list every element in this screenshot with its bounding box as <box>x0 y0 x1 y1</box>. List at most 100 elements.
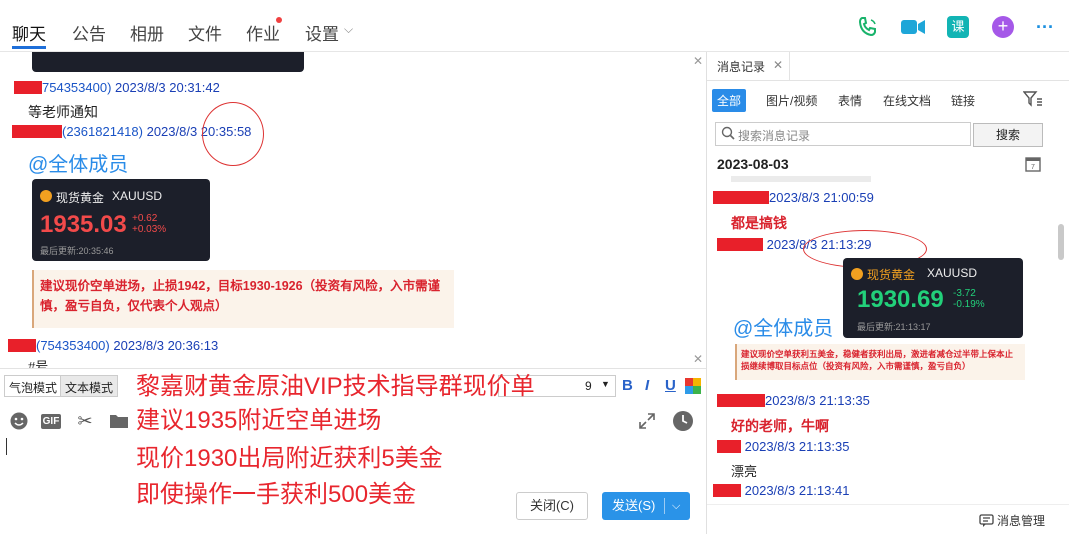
divider <box>707 504 1069 505</box>
fullscreen-icon[interactable] <box>636 410 658 432</box>
chat-bubble-icon <box>979 514 994 531</box>
font-size-value: 9 <box>585 379 592 393</box>
gold-quote-card[interactable]: 现货黄金 XAUUSD 1935.03 +0.62 +0.03% 最后更新:20… <box>32 179 210 261</box>
send-divider <box>664 498 665 514</box>
message-management-button[interactable]: 消息管理 <box>979 512 1045 531</box>
message-management-label: 消息管理 <box>997 514 1046 528</box>
chevron-down-icon[interactable]: ⌵ <box>672 492 680 520</box>
history-tab[interactable]: 消息记录 <box>717 58 765 75</box>
overlay-line: 黎嘉财黄金原油VIP技术指导群现价单 <box>136 373 535 400</box>
quote-price: 1935.03 <box>40 211 127 238</box>
search-placeholder: 搜索消息记录 <box>738 129 811 143</box>
history-time: 2023/8/3 21:13:35 <box>744 439 850 454</box>
emoji-icon[interactable] <box>8 410 30 432</box>
message-time: 2023/8/3 20:36:13 <box>113 338 219 353</box>
text-mode-button[interactable]: 文本模式 <box>60 375 119 397</box>
send-button[interactable]: 发送(S) ⌵ <box>602 492 690 520</box>
filter-stickers[interactable]: 表情 <box>833 89 867 112</box>
history-date: 2023-08-03 <box>717 156 789 172</box>
tab-settings[interactable]: 设置 <box>305 20 339 45</box>
history-meta: 2023/8/3 21:13:35 <box>717 393 870 408</box>
tab-divider <box>789 52 790 80</box>
collapse-icon[interactable]: ✕ <box>693 54 703 68</box>
scissors-icon[interactable]: ✂ <box>74 410 96 432</box>
history-search-input[interactable]: 搜索消息记录 <box>715 122 971 146</box>
quote-change-pct: +0.03% <box>132 224 167 235</box>
filter-docs[interactable]: 在线文档 <box>878 89 936 112</box>
folder-icon[interactable] <box>108 410 130 432</box>
quote-symbol: XAUUSD <box>112 189 163 203</box>
tab-files[interactable]: 文件 <box>188 20 222 45</box>
sender-id[interactable]: (2361821418) <box>62 124 143 139</box>
quote-updated: 最后更新:21:13:17 <box>857 322 931 332</box>
quote-updated: 最后更新:20:35:46 <box>40 246 114 256</box>
add-app-icon[interactable]: + <box>990 14 1016 40</box>
calendar-icon[interactable]: 7 <box>1025 156 1041 177</box>
close-button[interactable]: 关闭(C) <box>516 492 588 520</box>
redaction <box>12 125 62 138</box>
redaction <box>713 191 769 204</box>
more-icon[interactable]: ··· <box>1032 14 1058 40</box>
svg-text:7: 7 <box>1031 164 1035 171</box>
chevron-down-icon[interactable]: ⌵ <box>344 22 353 37</box>
expand-icon[interactable]: ✕ <box>693 352 703 366</box>
bold-button[interactable]: B <box>622 377 633 394</box>
sender-id[interactable]: 754353400) <box>42 80 111 95</box>
video-call-icon[interactable] <box>900 14 926 40</box>
truncated-line <box>731 176 871 182</box>
history-time: 2023/8/3 21:13:35 <box>765 393 870 408</box>
quote-name: 现货黄金 <box>56 191 105 205</box>
redaction <box>14 81 42 94</box>
trade-advice: 建议现价空单获利五美金，稳健者获利出局，激进者减仓过半带上保本止损继续博取目标点… <box>735 344 1025 380</box>
history-clock-icon[interactable] <box>672 410 694 432</box>
history-meta: 2023/8/3 21:13:35 <box>717 439 849 454</box>
overlay-line: 现价1930出局附近获利5美金 <box>136 445 443 472</box>
quote-change-pct: -0.19% <box>953 299 985 310</box>
tab-album[interactable]: 相册 <box>130 20 164 45</box>
quote-change: -3.72 <box>953 288 976 299</box>
bubble-mode-button[interactable]: 气泡模式 <box>4 375 63 397</box>
gif-icon[interactable]: GIF <box>40 410 62 432</box>
tab-chat[interactable]: 聊天 <box>12 20 46 45</box>
message-text: #号 <box>28 359 49 368</box>
history-meta: 2023/8/3 21:00:59 <box>713 190 874 205</box>
italic-button[interactable]: I <box>645 377 649 394</box>
tab-announcements[interactable]: 公告 <box>72 20 106 45</box>
tab-homework[interactable]: 作业 <box>246 20 280 45</box>
sender-id[interactable]: (754353400) <box>36 338 110 353</box>
close-icon[interactable]: ✕ <box>773 58 783 72</box>
message-time: 2023/8/3 20:31:42 <box>115 80 220 95</box>
message-text: 等老师通知 <box>28 104 98 120</box>
message-meta: 754353400) 2023/8/3 20:31:42 <box>14 80 220 95</box>
redaction <box>717 440 741 453</box>
quote-change: +0.62 <box>132 213 158 224</box>
filter-media[interactable]: 图片/视频 <box>761 89 822 112</box>
filter-links[interactable]: 链接 <box>946 89 980 112</box>
filter-sort-icon[interactable] <box>1022 91 1043 112</box>
overlay-line: 建议1935附近空单进场 <box>136 407 382 434</box>
top-tab-bar: 聊天 公告 相册 文件 作业 设置 ⌵ 课 + ··· <box>0 0 1069 52</box>
filter-all[interactable]: 全部 <box>712 89 747 112</box>
color-palette-icon[interactable] <box>685 378 701 394</box>
gold-coin-icon <box>851 268 863 280</box>
annotation-circle <box>202 102 264 166</box>
qq-group-window: 聊天 公告 相册 文件 作业 设置 ⌵ 课 + ··· ✕ 754353400)… <box>0 0 1069 534</box>
gold-quote-card[interactable]: 现货黄金 XAUUSD 1930.69 -3.72 -0.19% 最后更新:21… <box>843 258 1023 338</box>
phone-call-icon[interactable] <box>855 14 881 40</box>
underline-button[interactable]: U <box>665 377 676 394</box>
quote-price: 1930.69 <box>857 286 944 313</box>
history-search-button[interactable]: 搜索 <box>973 123 1043 147</box>
quote-symbol: XAUUSD <box>927 266 978 280</box>
history-time: 2023/8/3 21:00:59 <box>769 190 874 205</box>
gold-coin-icon <box>40 190 52 202</box>
quote-name: 现货黄金 <box>867 268 916 282</box>
message-meta: (754353400) 2023/8/3 20:36:13 <box>8 338 218 353</box>
advice-text: 建议现价空单进场，止损1942，目标1930-1926（投资有风险，入市需谨慎，… <box>40 279 441 313</box>
chevron-down-icon: ▼ <box>601 379 610 389</box>
class-icon[interactable]: 课 <box>945 14 971 40</box>
redaction <box>717 238 763 251</box>
scrollbar-thumb[interactable] <box>1058 224 1064 260</box>
active-tab-indicator <box>12 46 46 49</box>
history-text: 漂亮 <box>731 464 758 479</box>
notification-dot <box>276 17 282 23</box>
